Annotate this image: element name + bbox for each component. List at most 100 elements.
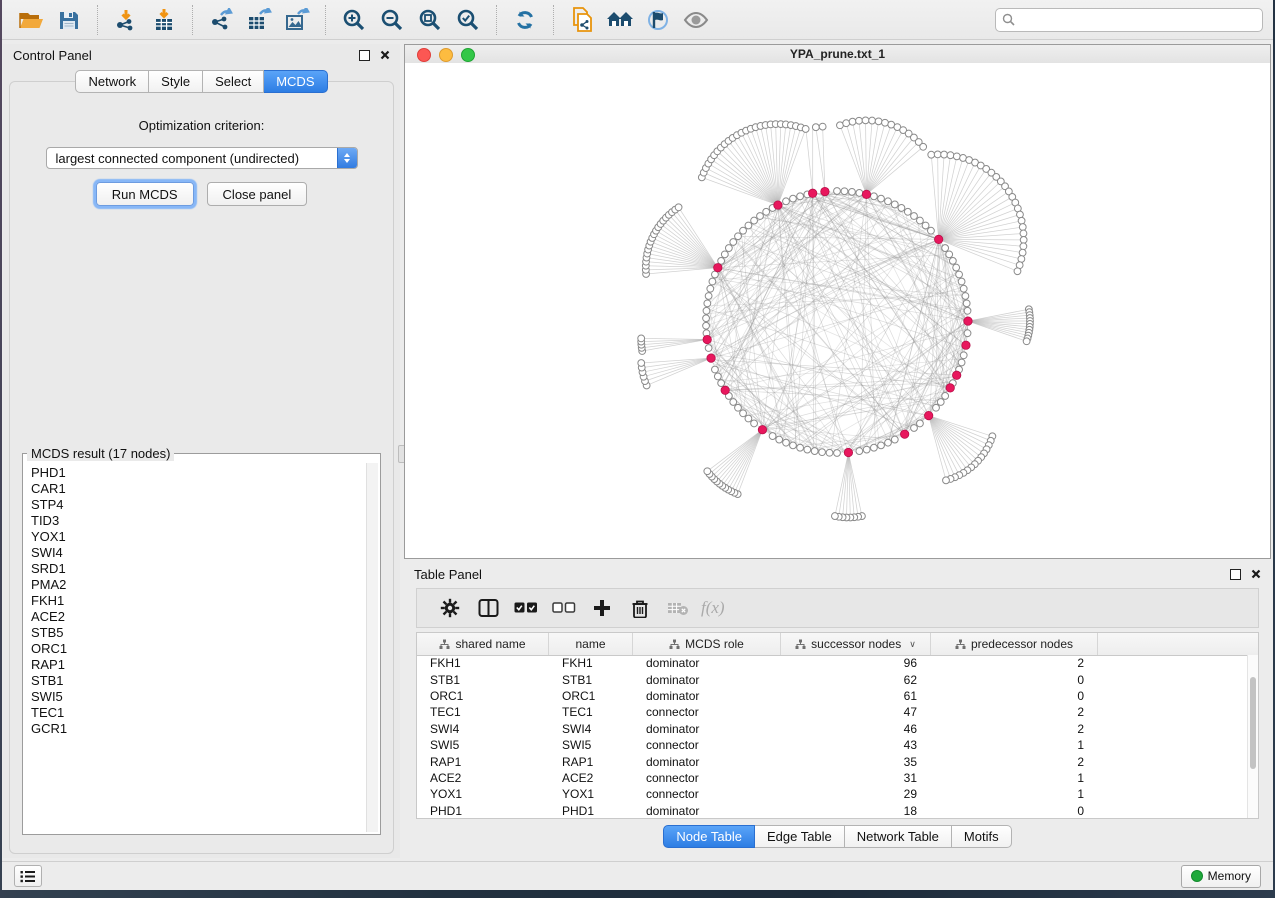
mcds-result-item[interactable]: SWI4: [31, 545, 366, 561]
memory-button[interactable]: Memory: [1181, 865, 1261, 888]
table-row[interactable]: RAP1RAP1dominator352: [417, 753, 1248, 769]
save-session-button[interactable]: [51, 4, 87, 36]
zoom-in-button[interactable]: [336, 4, 372, 36]
mcds-result-item[interactable]: SWI5: [31, 689, 366, 705]
graph-node[interactable]: [776, 436, 783, 443]
graph-node[interactable]: [958, 278, 965, 285]
table-row[interactable]: SWI5SWI5connector431: [417, 737, 1248, 753]
graph-node[interactable]: [751, 420, 758, 427]
show-column-button[interactable]: [469, 593, 507, 623]
export-network-button[interactable]: [203, 4, 239, 36]
graph-node[interactable]: [891, 201, 898, 208]
graph-node[interactable]: [898, 205, 905, 212]
mcds-hub-node[interactable]: [924, 411, 932, 419]
leaf-node[interactable]: [1020, 236, 1027, 243]
graph-node[interactable]: [933, 404, 940, 411]
graph-node[interactable]: [911, 213, 918, 220]
graph-node[interactable]: [937, 399, 944, 406]
new-network-from-selection-button[interactable]: [564, 4, 600, 36]
graph-node[interactable]: [819, 449, 826, 456]
mcds-hub-node[interactable]: [934, 235, 942, 243]
graph-node[interactable]: [871, 193, 878, 200]
leaf-node[interactable]: [947, 152, 954, 159]
tab-edge-table[interactable]: Edge Table: [755, 825, 845, 848]
select-all-columns-button[interactable]: [507, 593, 545, 623]
mcds-result-item[interactable]: STB5: [31, 625, 366, 641]
mcds-list-scrollbar[interactable]: [366, 463, 378, 832]
graph-node[interactable]: [718, 380, 725, 387]
graph-node[interactable]: [841, 188, 848, 195]
graph-node[interactable]: [871, 444, 878, 451]
table-options-button[interactable]: [431, 593, 469, 623]
mcds-hub-node[interactable]: [862, 190, 870, 198]
graph-node[interactable]: [964, 307, 971, 314]
graph-node[interactable]: [730, 239, 737, 246]
maximize-window-icon[interactable]: [461, 48, 475, 62]
mcds-hub-node[interactable]: [844, 448, 852, 456]
leaf-node[interactable]: [1018, 217, 1025, 224]
leaf-node[interactable]: [1014, 268, 1021, 275]
graph-node[interactable]: [834, 188, 841, 195]
mcds-hub-node[interactable]: [774, 201, 782, 209]
leaf-node[interactable]: [941, 151, 948, 158]
table-scrollbar-thumb[interactable]: [1250, 677, 1256, 769]
graph-node[interactable]: [707, 285, 714, 292]
add-column-button[interactable]: [583, 593, 621, 623]
open-session-button[interactable]: [13, 4, 49, 36]
graph-node[interactable]: [962, 293, 969, 300]
mcds-hub-node[interactable]: [946, 384, 954, 392]
unselect-all-columns-button[interactable]: [545, 593, 583, 623]
graph-node[interactable]: [751, 217, 758, 224]
graph-node[interactable]: [885, 439, 892, 446]
graph-node[interactable]: [725, 245, 732, 252]
close-panel-icon[interactable]: [380, 50, 390, 60]
graph-node[interactable]: [964, 330, 971, 337]
graph-node[interactable]: [745, 222, 752, 229]
graph-node[interactable]: [956, 271, 963, 278]
leaf-node[interactable]: [802, 126, 809, 133]
mcds-result-item[interactable]: RAP1: [31, 657, 366, 673]
leaf-node[interactable]: [1019, 224, 1026, 231]
zoom-selected-button[interactable]: [450, 4, 486, 36]
leaf-node[interactable]: [1023, 338, 1030, 345]
graph-node[interactable]: [790, 195, 797, 202]
column-header-predecessor-nodes[interactable]: predecessor nodes: [931, 633, 1098, 655]
graph-node[interactable]: [863, 446, 870, 453]
mcds-result-item[interactable]: ORC1: [31, 641, 366, 657]
graph-node[interactable]: [730, 399, 737, 406]
tab-node-table[interactable]: Node Table: [663, 825, 755, 848]
tab-select[interactable]: Select: [203, 70, 264, 93]
mcds-result-item[interactable]: TID3: [31, 513, 366, 529]
mcds-hub-node[interactable]: [721, 386, 729, 394]
graph-node[interactable]: [958, 359, 965, 366]
graph-node[interactable]: [917, 217, 924, 224]
mcds-hub-node[interactable]: [808, 189, 816, 197]
leaf-node[interactable]: [934, 151, 941, 158]
table-row[interactable]: TEC1TEC1connector472: [417, 704, 1248, 720]
leaf-node[interactable]: [920, 143, 927, 150]
graph-node[interactable]: [960, 285, 967, 292]
table-row[interactable]: STB1STB1dominator620: [417, 671, 1248, 687]
show-graphics-details-button[interactable]: [678, 4, 714, 36]
column-header-shared-name[interactable]: shared name: [417, 633, 549, 655]
graph-node[interactable]: [721, 251, 728, 258]
graph-node[interactable]: [885, 198, 892, 205]
float-panel-icon[interactable]: [1230, 569, 1241, 580]
zoom-fit-button[interactable]: [412, 4, 448, 36]
delete-table-button[interactable]: [659, 593, 697, 623]
graph-node[interactable]: [740, 410, 747, 417]
import-network-button[interactable]: [108, 4, 144, 36]
graph-node[interactable]: [797, 193, 804, 200]
graph-node[interactable]: [783, 198, 790, 205]
delete-column-button[interactable]: [621, 593, 659, 623]
graph-node[interactable]: [745, 415, 752, 422]
graph-node[interactable]: [917, 420, 924, 427]
mcds-hub-node[interactable]: [821, 187, 829, 195]
leaf-node[interactable]: [1020, 243, 1027, 250]
leaf-node[interactable]: [1019, 249, 1026, 256]
column-header-name[interactable]: name: [549, 633, 633, 655]
hide-selected-button[interactable]: [640, 4, 676, 36]
export-image-button[interactable]: [279, 4, 315, 36]
graph-node[interactable]: [797, 444, 804, 451]
graph-node[interactable]: [826, 449, 833, 456]
